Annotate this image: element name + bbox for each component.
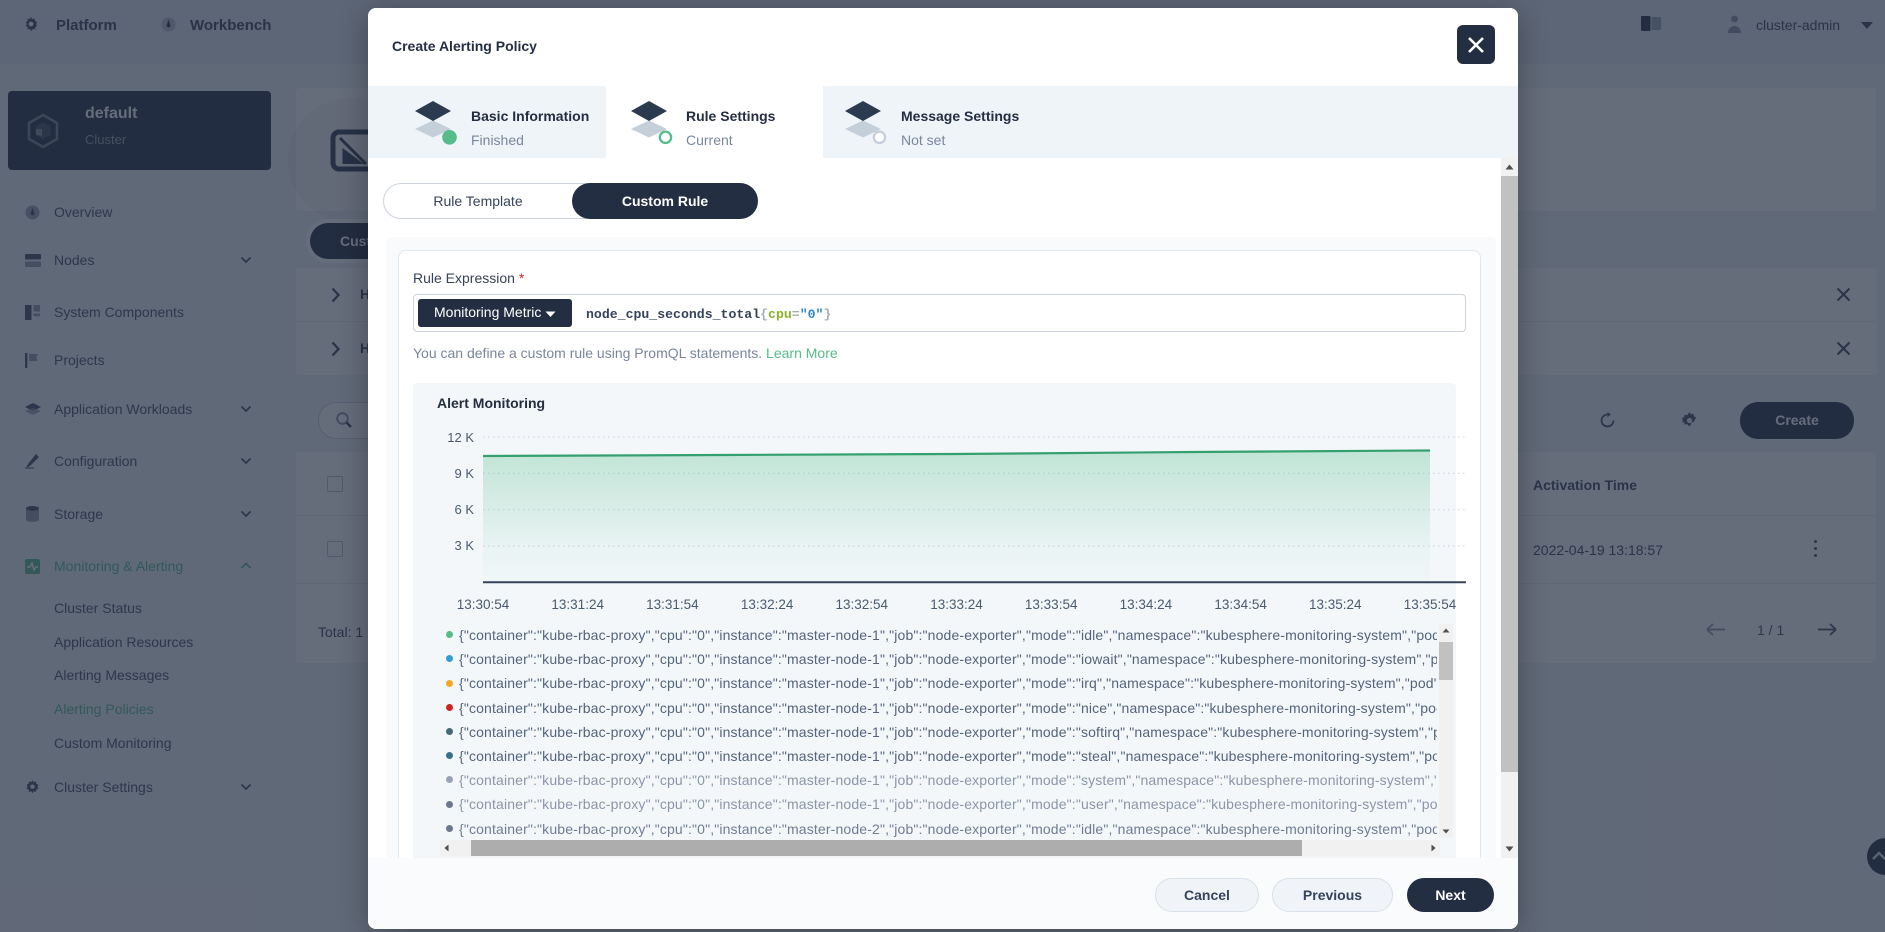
svg-text:13:32:54: 13:32:54 bbox=[836, 597, 889, 612]
svg-text:13:30:54: 13:30:54 bbox=[457, 597, 510, 612]
svg-text:13:32:24: 13:32:24 bbox=[741, 597, 794, 612]
svg-text:13:35:54: 13:35:54 bbox=[1404, 597, 1457, 612]
svg-text:13:34:54: 13:34:54 bbox=[1214, 597, 1267, 612]
svg-text:13:31:24: 13:31:24 bbox=[551, 597, 604, 612]
svg-text:13:33:24: 13:33:24 bbox=[930, 597, 983, 612]
svg-text:13:35:24: 13:35:24 bbox=[1309, 597, 1362, 612]
svg-text:9 K: 9 K bbox=[454, 466, 474, 481]
svg-text:13:34:24: 13:34:24 bbox=[1120, 597, 1173, 612]
svg-text:13:31:54: 13:31:54 bbox=[646, 597, 699, 612]
svg-text:12 K: 12 K bbox=[447, 430, 474, 445]
svg-text:6 K: 6 K bbox=[454, 502, 474, 517]
svg-text:13:33:54: 13:33:54 bbox=[1025, 597, 1078, 612]
svg-text:3 K: 3 K bbox=[454, 538, 474, 553]
